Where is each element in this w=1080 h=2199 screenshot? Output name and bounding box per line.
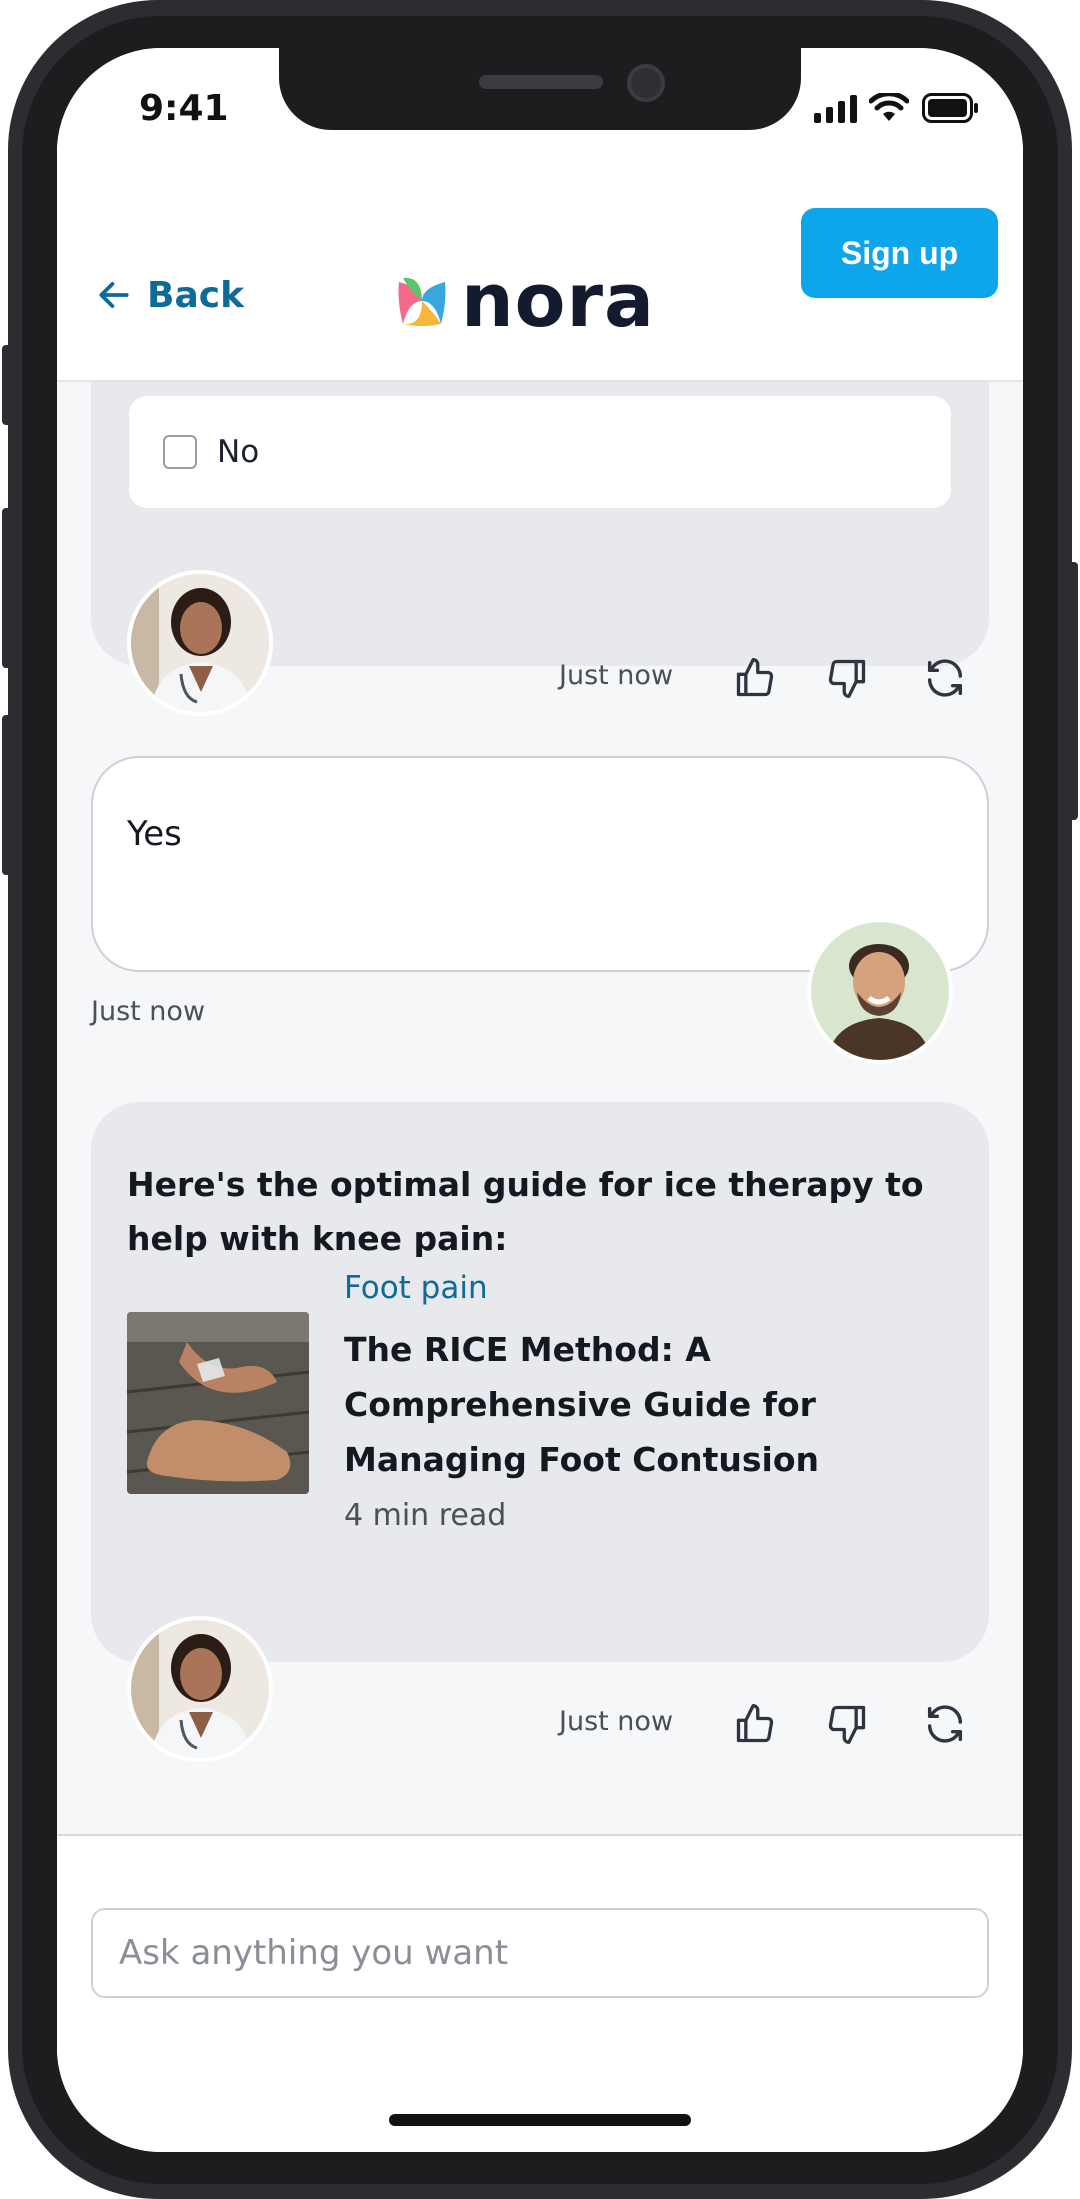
battery-icon [922, 93, 980, 127]
volume-up-button [2, 508, 14, 668]
home-indicator[interactable] [389, 2114, 691, 2126]
article-read-time: 4 min read [344, 1498, 507, 1533]
nora-logo: nora [395, 264, 655, 338]
thumbs-up-icon[interactable] [729, 652, 781, 704]
phone-screen: 9:41 No Just now Yes Just now Here's the… [57, 48, 1023, 2152]
message-timestamp: Just now [91, 996, 206, 1027]
message-input[interactable] [91, 1908, 989, 1998]
article-card[interactable]: Foot pain The RICE Method: A Comprehensi… [127, 1270, 847, 1572]
article-category: Foot pain [344, 1270, 488, 1306]
assistant-message-text: Here's the optimal guide for ice therapy… [127, 1165, 924, 1258]
assistant-avatar [127, 570, 273, 716]
message-timestamp: Just now [559, 1706, 674, 1737]
signal-icon [814, 95, 858, 127]
option-label: No [217, 434, 260, 470]
back-button[interactable]: Back [95, 265, 244, 325]
mute-switch [2, 345, 14, 425]
notch [279, 48, 801, 130]
logo-text: nora [461, 258, 655, 344]
back-arrow-icon [99, 282, 129, 308]
message-timestamp: Just now [559, 660, 674, 691]
option-no[interactable]: No [129, 396, 951, 508]
refresh-icon[interactable] [919, 652, 971, 704]
sign-up-button[interactable]: Sign up [801, 208, 998, 298]
status-time: 9:41 [139, 88, 229, 129]
power-button [1066, 562, 1078, 820]
earpiece-speaker [479, 75, 603, 89]
assistant-avatar [127, 1616, 273, 1762]
user-message-text: Yes [127, 814, 182, 854]
article-thumbnail [127, 1312, 309, 1494]
thumbs-down-icon[interactable] [821, 652, 873, 704]
front-camera [627, 64, 665, 102]
article-title: The RICE Method: A Comprehensive Guide f… [344, 1330, 819, 1479]
thumbs-up-icon[interactable] [729, 1698, 781, 1750]
user-avatar [807, 918, 953, 1064]
checkbox-icon[interactable] [163, 435, 197, 469]
volume-down-button [2, 715, 14, 875]
nora-logo-icon [398, 277, 446, 326]
refresh-icon[interactable] [919, 1698, 971, 1750]
wifi-icon [868, 91, 910, 127]
thumbs-down-icon[interactable] [821, 1698, 873, 1750]
back-label: Back [147, 274, 245, 316]
